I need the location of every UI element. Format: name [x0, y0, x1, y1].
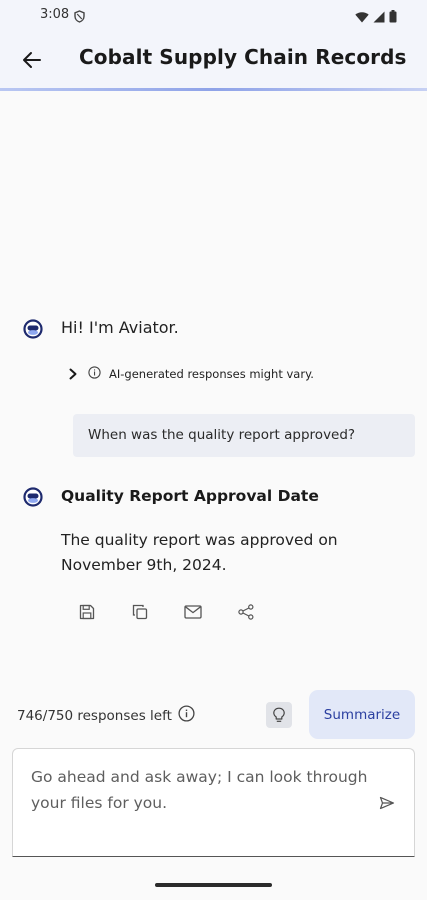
quota-text: 746/750 responses left: [17, 707, 172, 724]
header-divider: [0, 88, 427, 91]
answer-title: Quality Report Approval Date: [61, 487, 319, 505]
signal-icon: [373, 8, 385, 27]
status-icons: [355, 8, 397, 27]
battery-icon: [389, 8, 397, 27]
app-bar: Cobalt Supply Chain Records: [0, 30, 427, 88]
response-quota: 746/750 responses left: [17, 705, 195, 726]
share-icon[interactable]: [237, 603, 255, 621]
info-icon[interactable]: [178, 705, 195, 726]
disclaimer: AI-generated responses might vary.: [66, 364, 314, 383]
copy-icon[interactable]: [131, 603, 149, 621]
status-bar: 3:08: [0, 0, 427, 30]
mail-icon[interactable]: [184, 603, 202, 621]
aviator-bot-icon: [23, 487, 43, 507]
disclaimer-text: AI-generated responses might vary.: [109, 366, 314, 381]
status-time: 3:08: [40, 7, 70, 22]
user-message-bubble: When was the quality report approved?: [73, 414, 415, 457]
page-title: Cobalt Supply Chain Records: [79, 45, 407, 69]
summarize-button[interactable]: Summarize: [309, 690, 415, 739]
lightbulb-icon[interactable]: [266, 702, 292, 728]
chat-input[interactable]: Go ahead and ask away; I can look throug…: [12, 748, 415, 857]
arrow-left-icon[interactable]: [18, 46, 46, 74]
gesture-nav-handle: [155, 883, 272, 887]
greeting-text: Hi! I'm Aviator.: [61, 318, 179, 337]
wifi-icon: [355, 8, 369, 27]
aviator-bot-icon: [23, 319, 43, 339]
shield-icon: [74, 8, 85, 27]
info-icon: [88, 364, 101, 383]
save-icon[interactable]: [78, 603, 96, 621]
chat-input-placeholder: Go ahead and ask away; I can look throug…: [31, 768, 368, 812]
chevron-right-icon[interactable]: [66, 367, 80, 381]
answer-text: The quality report was approved on Novem…: [61, 531, 338, 574]
send-icon[interactable]: [378, 794, 396, 812]
response-actions: [78, 603, 255, 621]
